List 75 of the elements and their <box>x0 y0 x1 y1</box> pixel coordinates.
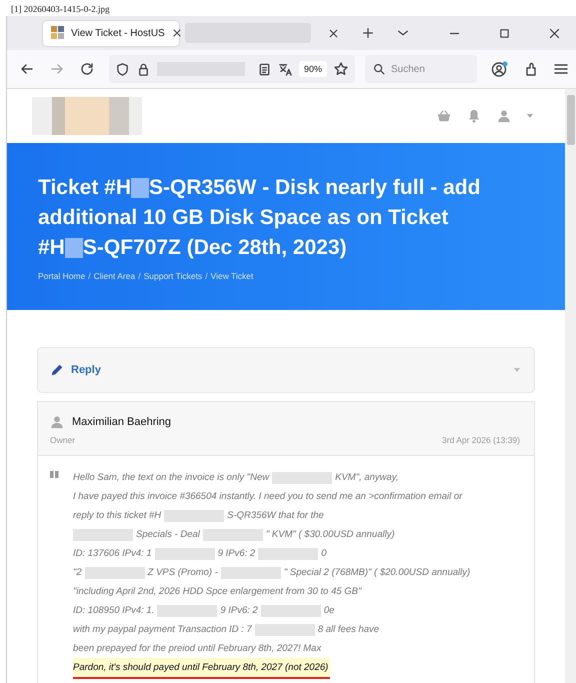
shield-icon <box>115 62 130 76</box>
author-role: Owner <box>50 435 76 445</box>
translate-icon[interactable] <box>278 62 293 76</box>
reply-panel[interactable]: Reply <box>37 347 535 393</box>
ticket-title: S-QR356W - Disk nearly full - add <box>149 175 480 201</box>
redacted-block <box>202 528 263 540</box>
close-icon[interactable] <box>548 26 561 40</box>
redacted-block <box>84 566 145 578</box>
breadcrumb-separator: / <box>138 271 141 281</box>
breadcrumb-link[interactable]: Support Tickets <box>144 271 202 281</box>
ticket-title: additional 10 GB Disk Space as on Ticket <box>38 205 448 231</box>
redacted-block <box>220 566 281 578</box>
message-text: 0e <box>324 604 334 618</box>
file-caption: [1] 20260403-1415-0-2.jpg <box>10 3 110 16</box>
search-field[interactable]: Suchen <box>365 55 478 83</box>
ticket-title: S-QF707Z (Dec 28th, 2023) <box>82 235 347 261</box>
redacted-block <box>272 472 332 484</box>
message-text: KVM", anyway, <box>335 471 398 485</box>
message-text: ID: 108950 IPv4: 1. <box>73 604 154 618</box>
favicon-icon <box>51 26 65 40</box>
breadcrumb-link[interactable]: Portal Home <box>38 271 86 281</box>
message-text: S-QR356W that for the <box>227 509 324 523</box>
account-icon[interactable] <box>491 60 510 78</box>
redacted-block <box>131 178 149 198</box>
message-date: 3rd Apr 2026 (13:39) <box>442 435 520 445</box>
reload-icon[interactable] <box>79 61 95 77</box>
scrollbar[interactable] <box>565 89 576 683</box>
author-name: Maximilian Baehring <box>72 416 172 428</box>
message-text: ID: 137606 IPv4: 1 <box>73 547 152 561</box>
breadcrumb-link[interactable]: View Ticket <box>210 271 254 281</box>
redacted-block <box>64 238 83 258</box>
reader-view-icon[interactable] <box>257 62 272 76</box>
message-text: " Special 2 (768MB)" ( $20.00USD annually) <box>284 566 470 580</box>
message-text: 0 <box>321 547 326 561</box>
message-text: "2 <box>73 566 82 580</box>
highlighted-text: Pardon, it's should payed until February 8th, 2027 (not 2026) <box>73 661 328 675</box>
zoom-level[interactable]: 90% <box>299 61 328 77</box>
redacted-block <box>260 604 321 616</box>
pencil-icon <box>50 363 64 377</box>
redacted-block <box>164 510 224 522</box>
message-text: 9 IPv6: 2 <box>220 604 258 618</box>
message-text: reply to this ticket #H <box>73 509 162 523</box>
message-text: been prepayed for the preiod until February 8th, 2027! Max <box>73 642 322 656</box>
quote-icon <box>50 471 59 478</box>
message-text: "including April 2nd, 2026 HDD Spce enlargement from 30 to 45 GB" <box>73 585 362 599</box>
message-text: I have payed this invoice #366504 instantly. I need you to send me an >confirmation email or <box>73 490 462 504</box>
message-text: 9 IPv6: 2 <box>218 547 256 561</box>
plus-icon[interactable] <box>361 26 375 40</box>
breadcrumb-link[interactable]: Client Area <box>94 271 136 281</box>
breadcrumb-separator: / <box>88 271 91 281</box>
breadcrumb-separator: / <box>205 271 208 281</box>
address-bar[interactable]: 90% <box>109 55 356 83</box>
caret-down-icon <box>514 368 520 372</box>
lock-icon <box>136 62 151 76</box>
redacted-block <box>254 624 315 636</box>
search-icon <box>372 62 386 76</box>
close-icon[interactable] <box>170 27 183 39</box>
user-icon <box>50 415 64 429</box>
ticket-title: #H <box>38 235 65 261</box>
redacted-block <box>154 548 215 560</box>
browser-tab[interactable]: View Ticket - HostUS <box>43 20 179 46</box>
message-text: Z VPS (Promo) - <box>148 566 218 580</box>
redacted-block <box>157 604 218 616</box>
reply-label[interactable]: Reply <box>71 364 101 376</box>
star-icon[interactable] <box>333 61 350 77</box>
message-text: Specials - Deal <box>136 528 200 542</box>
message-text: with my paypal payment Transaction ID : 7 <box>73 623 252 637</box>
maximize-icon[interactable] <box>498 26 511 40</box>
message-text: Hello Sam, the text on the invoice is only "New <box>73 471 270 485</box>
message-text: " KVM" ( $30.00USD annually) <box>266 528 395 542</box>
redacted-block <box>258 548 318 560</box>
redacted-block <box>73 528 133 540</box>
ticket-title: Ticket #H <box>38 175 131 201</box>
message-text: 8 all fees have <box>318 623 380 637</box>
close-icon[interactable] <box>327 26 340 40</box>
